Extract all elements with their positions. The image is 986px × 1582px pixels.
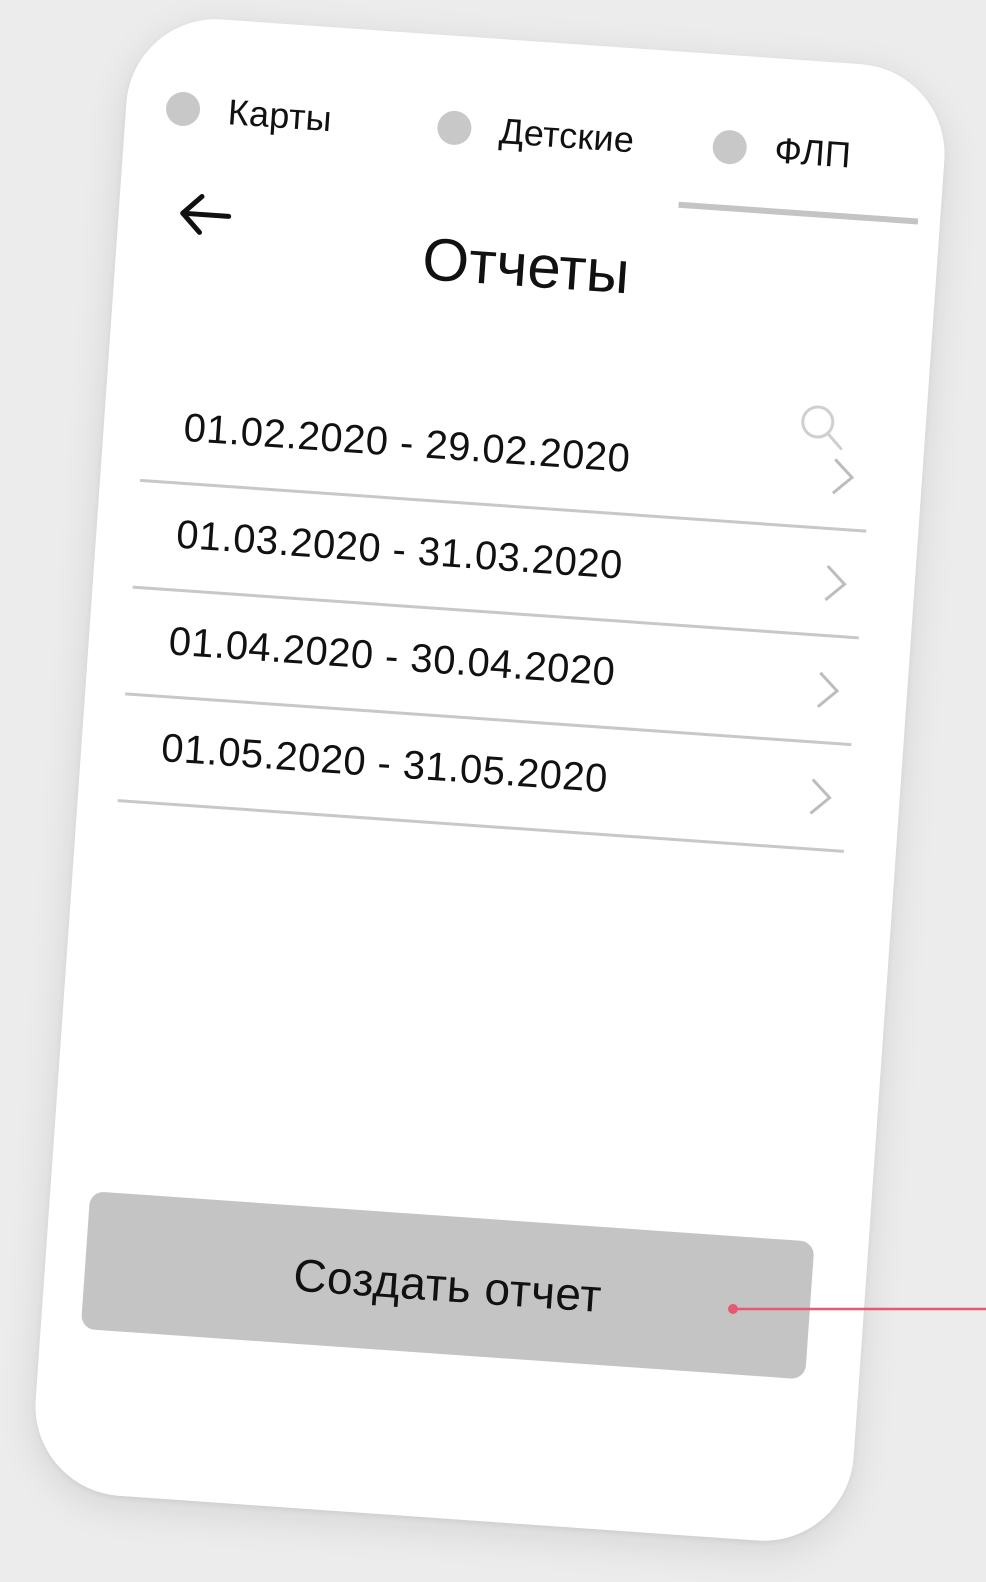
active-tab-indicator (678, 201, 919, 225)
report-period: 01.03.2020 - 31.03.2020 (174, 512, 625, 588)
tab-flp-dot-icon (711, 129, 748, 166)
tab-flp-label: ФЛП (773, 129, 853, 176)
arrow-left-icon[interactable] (175, 189, 234, 241)
chevron-right-icon (814, 669, 843, 713)
create-report-button-label: Создать отчет (291, 1248, 604, 1322)
report-period: 01.05.2020 - 31.05.2020 (159, 726, 610, 802)
page-title: Отчеты (420, 225, 632, 307)
annotation-connector (728, 1304, 986, 1314)
tab-flp[interactable]: ФЛП (711, 116, 853, 186)
chevron-right-icon (806, 775, 835, 819)
report-period: 01.02.2020 - 29.02.2020 (182, 405, 632, 481)
chevron-right-icon (829, 455, 858, 499)
report-period: 01.04.2020 - 30.04.2020 (167, 619, 617, 695)
tab-cards-dot-icon (164, 90, 202, 128)
tab-cards-label: Карты (226, 91, 334, 140)
chevron-right-icon (821, 562, 850, 606)
tab-kids[interactable]: Детские (435, 97, 636, 171)
tab-kids-dot-icon (436, 109, 473, 147)
tab-cards[interactable]: Карты (164, 78, 334, 149)
tab-bar: Карты Детские ФЛП (163, 78, 927, 225)
report-list: 01.02.2020 - 29.02.2020 01.03.2020 - 31.… (117, 375, 874, 853)
create-report-button[interactable]: Создать отчет (80, 1191, 815, 1380)
tab-kids-label: Детские (497, 110, 636, 161)
stage: Карты Детские ФЛП Отчеты 01.02.2020 - 29… (0, 0, 986, 1582)
